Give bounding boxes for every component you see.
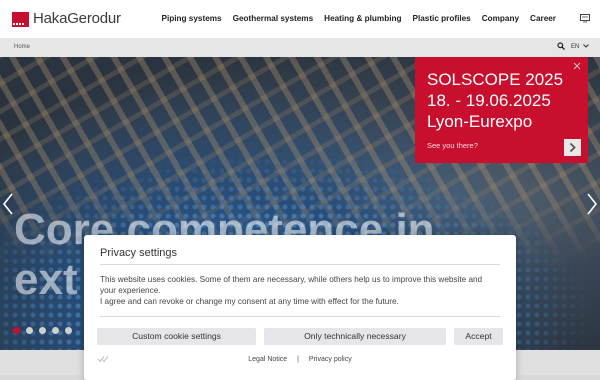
custom-cookie-settings-button[interactable]: Custom cookie settings <box>97 328 256 345</box>
divider <box>100 316 500 317</box>
link-separator: | <box>297 356 299 363</box>
logo-icon[interactable] <box>12 12 29 27</box>
nav-heating-plumbing[interactable]: Heating & plumbing <box>324 14 401 23</box>
nav-company[interactable]: Company <box>482 14 519 23</box>
privacy-policy-link[interactable]: Privacy policy <box>309 356 352 363</box>
slider-dot[interactable] <box>26 327 33 334</box>
privacy-title: Privacy settings <box>100 247 178 259</box>
slider-prev-arrow-icon[interactable] <box>2 193 14 215</box>
header: HakaGerodur Piping systems Geothermal sy… <box>0 0 600 38</box>
privacy-text: This website uses cookies. Some of them … <box>100 275 483 306</box>
breadcrumb: Home EN <box>0 38 600 58</box>
slider-next-arrow-icon[interactable] <box>586 193 598 215</box>
chevron-right-icon <box>569 142 576 153</box>
dialog-footer-links: Legal Notice | Privacy policy <box>84 356 516 363</box>
language-selector[interactable]: EN <box>571 44 589 50</box>
nav-plastic-profiles[interactable]: Plastic profiles <box>412 14 470 23</box>
divider <box>100 264 500 265</box>
nav-geothermal-systems[interactable]: Geothermal systems <box>233 14 314 23</box>
slider-dot[interactable] <box>39 327 46 334</box>
language-label: EN <box>570 44 580 50</box>
breadcrumb-home[interactable]: Home <box>14 44 30 50</box>
only-necessary-button[interactable]: Only technically necessary <box>264 328 446 345</box>
event-date: 18. - 19.06.2025 <box>427 91 551 110</box>
slider-pagination <box>13 327 72 334</box>
event-link[interactable]: See you there? <box>427 141 478 150</box>
search-icon[interactable] <box>557 42 565 50</box>
event-location: Lyon-Eurexpo <box>427 112 533 131</box>
privacy-dialog: Privacy settings This website uses cooki… <box>84 235 516 380</box>
nav-career[interactable]: Career <box>530 14 556 23</box>
chevron-down-icon <box>583 44 589 49</box>
menu-icon[interactable] <box>580 13 590 23</box>
slider-dot[interactable] <box>52 327 59 334</box>
legal-notice-link[interactable]: Legal Notice <box>248 356 287 363</box>
event-arrow-button[interactable] <box>564 139 581 156</box>
close-icon[interactable] <box>573 62 581 70</box>
event-title: SOLSCOPE 2025 <box>427 70 564 89</box>
slider-dot[interactable] <box>13 327 20 334</box>
main-nav: Piping systems Geothermal systems Heatin… <box>162 14 556 23</box>
brand-name[interactable]: HakaGerodur <box>33 10 121 27</box>
event-teaser[interactable]: SOLSCOPE 2025 18. - 19.06.2025 Lyon-Eure… <box>415 57 588 163</box>
slider-dot[interactable] <box>65 327 72 334</box>
nav-piping-systems[interactable]: Piping systems <box>162 14 222 23</box>
accept-button[interactable]: Accept <box>454 328 503 345</box>
